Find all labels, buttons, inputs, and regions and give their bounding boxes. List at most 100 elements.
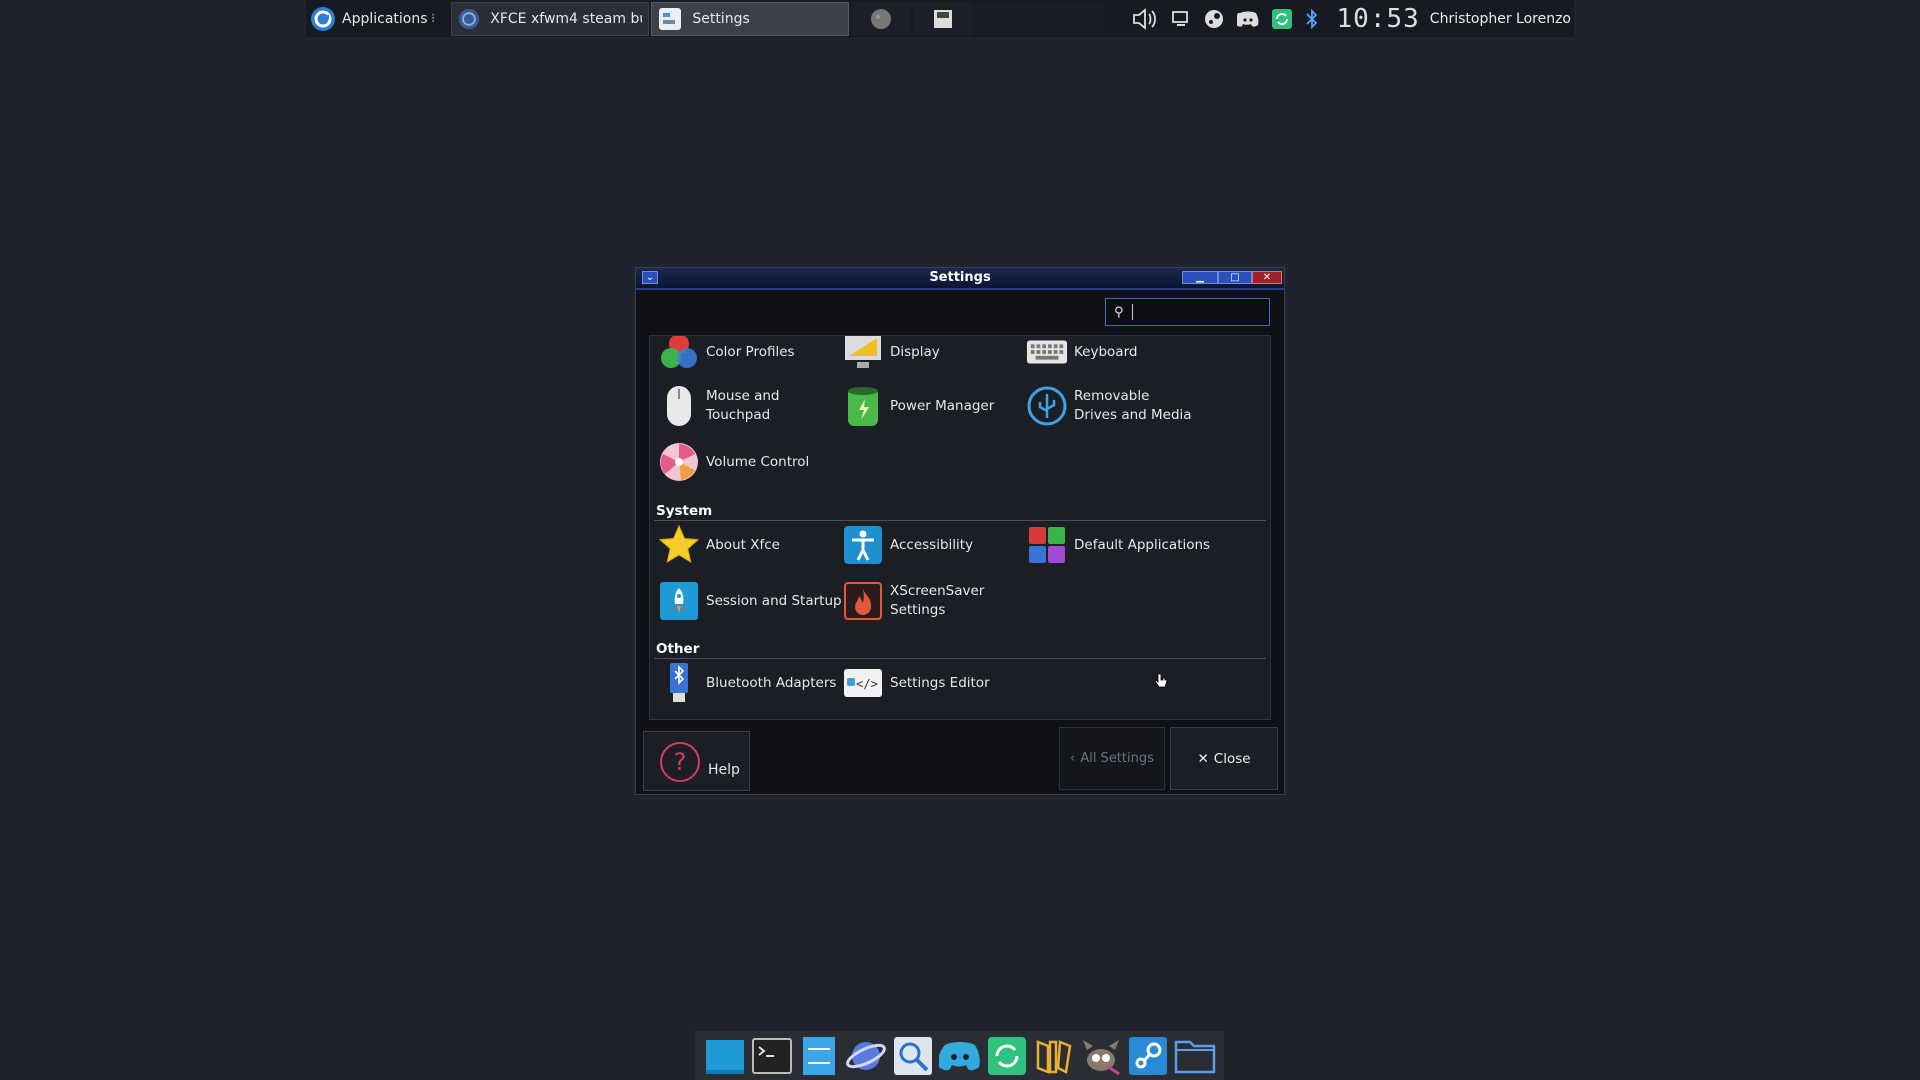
settings-item-label: Volume Control: [706, 453, 810, 470]
usb-icon: [1026, 385, 1068, 427]
empty-panel-slot: [1041, 1, 1106, 36]
settings-item-label: Keyboard: [1074, 343, 1138, 360]
books-icon: [1036, 1039, 1071, 1074]
display-icon: [842, 336, 884, 373]
help-button[interactable]: ? Help: [643, 731, 750, 791]
dock-item-discord[interactable]: [938, 1035, 981, 1077]
user-name[interactable]: Christopher Lorenzo: [1430, 11, 1571, 27]
bluetooth-adapter-icon: [658, 662, 700, 704]
terminal-icon: [751, 1037, 792, 1074]
settings-item-label: Session and Startup: [706, 592, 842, 609]
settings-item-accessibility[interactable]: Accessibility: [842, 524, 1010, 566]
all-settings-button[interactable]: ‹ All Settings: [1059, 727, 1165, 790]
discord-icon[interactable]: [1236, 10, 1259, 28]
empty-panel-slot: [975, 1, 1040, 36]
close-button-label: Close: [1213, 750, 1251, 767]
settings-item-volume-control[interactable]: Volume Control: [658, 441, 826, 483]
bluetooth-icon[interactable]: [1305, 8, 1319, 29]
dock-item-gimp[interactable]: [1080, 1035, 1122, 1077]
dock-item-folder[interactable]: [1174, 1035, 1216, 1077]
maximize-button[interactable]: □: [1218, 271, 1252, 284]
volume-icon[interactable]: [1132, 7, 1158, 30]
settings-item-label: Default Applications: [1074, 536, 1211, 553]
settings-item-color-profiles[interactable]: Color Profiles: [658, 336, 826, 373]
settings-editor-icon: </>: [842, 662, 884, 704]
dock-item-sync[interactable]: [986, 1035, 1028, 1077]
settings-item-power-manager[interactable]: Power Manager: [842, 385, 1010, 427]
settings-icon: [659, 7, 682, 30]
sync-icon[interactable]: [1271, 8, 1292, 29]
settings-item-session-startup[interactable]: Session and Startup: [658, 580, 846, 622]
search-field[interactable]: ⚲: [1105, 298, 1270, 326]
close-icon: ✕: [1262, 271, 1272, 283]
power-manager-icon: [842, 385, 884, 427]
moon-icon: [871, 8, 892, 29]
all-settings-label: All Settings: [1080, 751, 1154, 766]
browser-icon: [845, 1041, 886, 1070]
dock-item-steam[interactable]: [1127, 1035, 1169, 1077]
gimp-icon: [1082, 1039, 1120, 1075]
maximize-icon: □: [1230, 271, 1240, 283]
browser-icon: [459, 8, 480, 29]
floppy-icon: [934, 9, 953, 28]
settings-item-display[interactable]: Display: [842, 336, 1010, 373]
color-profiles-icon: [658, 336, 700, 373]
dock-item-file-manager[interactable]: [798, 1035, 840, 1077]
taskbar-button-browser[interactable]: XFCE xfwm4 steam bug...: [451, 1, 650, 36]
section-title-system: System: [656, 503, 713, 519]
settings-item-label: Color Profiles: [706, 343, 795, 360]
applications-label: Applications: [342, 10, 428, 27]
dock-item-search[interactable]: [892, 1035, 934, 1077]
steam-icon[interactable]: [1204, 9, 1224, 29]
window-titlebar[interactable]: ⌄ Settings ▁ □ ✕: [636, 268, 1284, 290]
dock: [695, 1031, 1224, 1080]
rocket-icon: [658, 580, 700, 622]
display-icon[interactable]: [1171, 9, 1191, 29]
applications-menu-button[interactable]: Applications ⠇: [306, 0, 449, 37]
screensaver-icon: [842, 580, 884, 622]
minimize-button[interactable]: ▁: [1182, 271, 1218, 284]
text-caret: [1131, 304, 1133, 320]
settings-item-keyboard[interactable]: Keyboard: [1026, 336, 1194, 373]
settings-window: ⌄ Settings ▁ □ ✕ ⚲ Color Profiles Displa…: [635, 267, 1285, 795]
search-input[interactable]: [1138, 303, 1263, 321]
help-icon: ?: [660, 742, 700, 782]
moon-applet[interactable]: [851, 1, 912, 36]
taskbar-button-label: XFCE xfwm4 steam bug...: [490, 10, 642, 27]
applications-logo-icon: [311, 6, 335, 31]
settings-item-bluetooth-adapters[interactable]: Bluetooth Adapters: [658, 662, 846, 704]
dock-item-books[interactable]: [1033, 1035, 1075, 1077]
star-icon: [658, 524, 700, 566]
taskbar-button-settings[interactable]: Settings: [651, 1, 850, 36]
panel-handle-icon[interactable]: ⠇: [431, 12, 440, 26]
section-divider: [654, 658, 1266, 659]
search-icon: [893, 1036, 932, 1075]
save-applet[interactable]: [913, 1, 974, 36]
settings-item-label: Removable Drives and Media: [1074, 388, 1192, 423]
mouse-icon: [658, 385, 700, 427]
help-button-label: Help: [708, 762, 740, 778]
search-icon: ⚲: [1114, 304, 1124, 320]
dock-item-terminal[interactable]: [751, 1035, 793, 1077]
settings-item-label: About Xfce: [706, 536, 780, 553]
taskbar-button-label: Settings: [692, 10, 750, 27]
settings-item-removable-drives[interactable]: Removable Drives and Media: [1026, 385, 1194, 427]
dock-item-desktop[interactable]: [704, 1035, 746, 1077]
dock-item-browser[interactable]: [845, 1035, 887, 1077]
settings-item-label: XScreenSaver Settings: [890, 583, 985, 618]
close-icon: ✕: [1197, 750, 1209, 767]
default-apps-icon: [1026, 524, 1068, 566]
settings-item-label: Display: [890, 343, 940, 360]
settings-item-xscreensaver[interactable]: XScreenSaver Settings: [842, 580, 1010, 622]
settings-item-settings-editor[interactable]: </> Settings Editor: [842, 662, 1010, 704]
settings-item-default-applications[interactable]: Default Applications: [1026, 524, 1224, 566]
top-panel: Applications ⠇ XFCE xfwm4 steam bug... S…: [306, 0, 1574, 37]
section-divider: [654, 520, 1266, 521]
panel-spacer: [1105, 2, 1119, 36]
close-button[interactable]: ✕ Close: [1170, 727, 1278, 790]
settings-item-label: Accessibility: [890, 536, 974, 553]
close-window-button[interactable]: ✕: [1252, 271, 1282, 284]
settings-item-about-xfce[interactable]: About Xfce: [658, 524, 826, 566]
clock[interactable]: 10:53: [1337, 4, 1420, 34]
settings-item-mouse-touchpad[interactable]: Mouse and Touchpad: [658, 385, 826, 427]
